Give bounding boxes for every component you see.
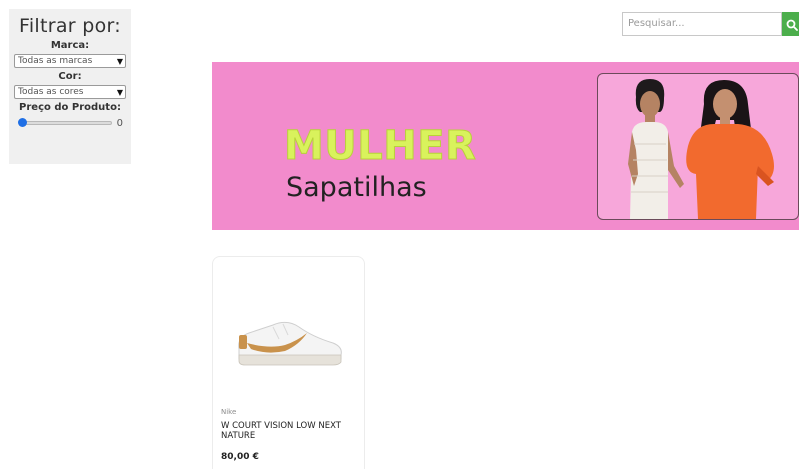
chevron-down-icon: ▼: [116, 87, 123, 97]
color-select[interactable]: Todas as cores ▼: [14, 85, 126, 99]
product-brand: Nike: [221, 408, 237, 416]
price-slider-thumb[interactable]: [18, 118, 27, 127]
brand-select-value: Todas as marcas: [18, 56, 93, 66]
category-banner: MULHER Sapatilhas: [212, 62, 799, 230]
product-image[interactable]: [233, 315, 345, 371]
brand-select[interactable]: Todas as marcas ▼: [14, 54, 126, 68]
search-button[interactable]: [782, 12, 799, 36]
search-icon: [786, 19, 798, 31]
price-range-row: 0: [18, 117, 123, 129]
filter-panel: Filtrar por: Marca: Todas as marcas ▼ Co…: [9, 9, 131, 164]
filter-title: Filtrar por:: [18, 15, 122, 37]
product-price: 80,00 €: [221, 452, 259, 462]
price-value: 0: [116, 117, 123, 129]
price-range-slider[interactable]: [18, 118, 112, 127]
product-card[interactable]: Nike W COURT VISION LOW NEXT NATURE 80,0…: [212, 256, 365, 469]
color-select-value: Todas as cores: [18, 87, 84, 97]
search-input[interactable]: Pesquisar...: [622, 12, 782, 36]
chevron-down-icon: ▼: [116, 56, 123, 66]
banner-models-image: [597, 73, 799, 220]
product-name[interactable]: W COURT VISION LOW NEXT NATURE: [221, 421, 356, 441]
brand-filter-label: Marca:: [50, 40, 90, 51]
banner-subtitle: Sapatilhas: [286, 172, 427, 203]
banner-title: MULHER: [283, 123, 477, 169]
color-filter-label: Cor:: [58, 71, 82, 82]
price-filter-label: Preço do Produto:: [19, 102, 121, 113]
